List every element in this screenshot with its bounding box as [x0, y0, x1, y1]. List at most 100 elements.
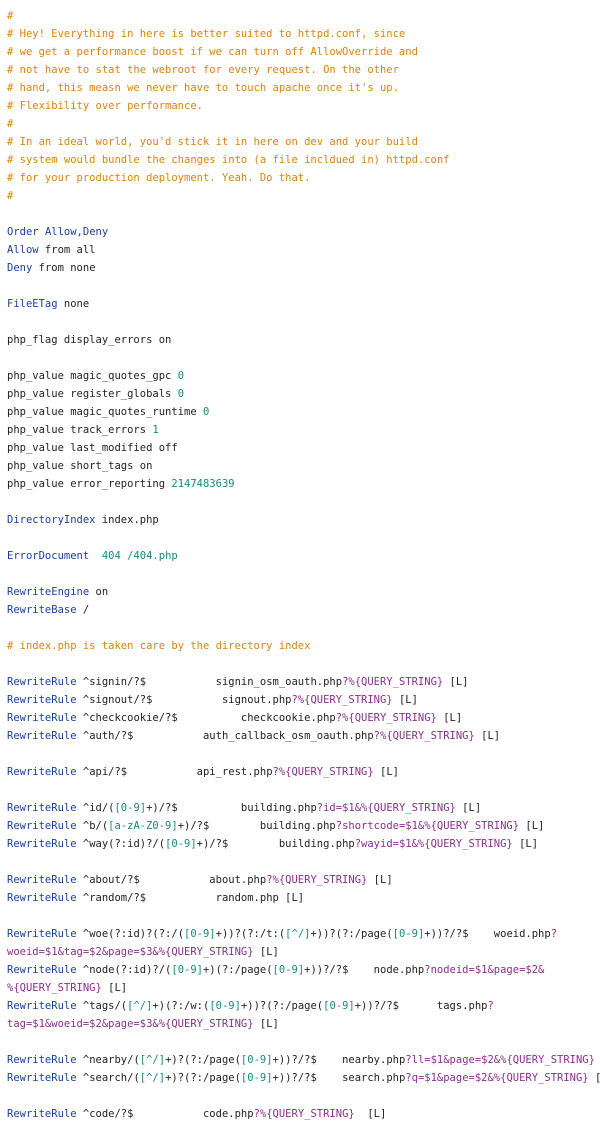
text-token: ^random/?$ random.php [L] [76, 892, 305, 904]
code-line: tag=$1&woeid=$2&page=$3&%{QUERY_STRING} … [7, 1015, 600, 1033]
code-line: RewriteRule ^b/([a-zA-Z0-9]+)/?$ buildin… [7, 817, 600, 835]
text-token: +))?/?$ woeid.php [424, 928, 551, 940]
text-token: +))?(?:/page( [310, 928, 393, 940]
text-token: ^woe(?:id)?(?:/( [76, 928, 185, 940]
code-line: php_value magic_quotes_runtime 0 [7, 403, 600, 421]
value-token: [^/] [127, 1000, 153, 1012]
text-token: ^way(?:id)?/( [76, 838, 166, 850]
text-token: ^code/?$ code.php [76, 1108, 254, 1120]
directive-token: RewriteRule [7, 928, 77, 940]
code-line: RewriteRule ^code/?$ code.php?%{QUERY_ST… [7, 1105, 600, 1123]
text-token: ^signout/?$ signout.php [76, 694, 292, 706]
text-token: on [89, 586, 109, 598]
directive-token: RewriteRule [7, 838, 77, 850]
code-line: # Hey! Everything in here is better suit… [7, 25, 600, 43]
text-token: +)?(?:/page( [165, 1054, 241, 1066]
number-token: 0 [177, 370, 185, 382]
code-line: # hand, this measn we never have to touc… [7, 79, 600, 97]
value-token: [^/] [139, 1054, 166, 1066]
text-token: php_value magic_quotes_runtime [7, 406, 203, 418]
comment-token: # hand, this measn we never have to touc… [7, 82, 399, 94]
text-token: ^api/?$ api_rest.php [76, 766, 273, 778]
query-token: ?%{QUERY_STRING} [253, 1108, 355, 1120]
directive-token: ErrorDocument [7, 550, 90, 562]
query-token: ?%{QUERY_STRING} [342, 676, 444, 688]
code-line: # for your production deployment. Yeah. … [7, 169, 600, 187]
code-line: php_value error_reporting 2147483639 [7, 475, 600, 493]
query-token: woeid=$1&tag=$2&page=$3&%{QUERY_STRING} [7, 946, 254, 958]
value-token: [^/] [139, 1072, 166, 1084]
directive-token: RewriteRule [7, 694, 77, 706]
text-token: [L] [436, 712, 463, 724]
code-line: RewriteRule ^signout/?$ signout.php?%{QU… [7, 691, 600, 709]
code-line: # In an ideal world, you'd stick it in h… [7, 133, 600, 151]
text-token: from all [38, 244, 96, 256]
directive-token: Deny [7, 262, 33, 274]
text-token: ^b/( [76, 820, 109, 832]
code-line: # [7, 187, 600, 205]
text-token: [L] [373, 766, 399, 778]
text-token: +))?(?:/page( [240, 1000, 324, 1012]
code-line: RewriteBase / [7, 601, 600, 619]
value-token: [0-9] [392, 928, 425, 940]
value-token: /404.php [127, 550, 178, 562]
query-token: ? [487, 1000, 494, 1012]
comment-token: # not have to stat the webroot for every… [7, 64, 399, 76]
text-token: +))?/?$ tags.php [354, 1000, 488, 1012]
text-token: [L] [455, 802, 482, 814]
code-line: # we get a performance boost if we can t… [7, 43, 600, 61]
value-token: [0-9] [165, 838, 197, 850]
comment-token: # index.php is taken care by the directo… [7, 640, 311, 652]
text-token: ^about/?$ about.php [76, 874, 267, 886]
text-token: [L] [443, 676, 469, 688]
query-token: ?shortcode=$1&%{QUERY_STRING} [335, 820, 520, 832]
query-token: ?wayid=$1&%{QUERY_STRING} [354, 838, 513, 850]
text-token: [L] [367, 874, 393, 886]
code-line: %{QUERY_STRING} [L] [7, 979, 600, 997]
code-line: php_value magic_quotes_gpc 0 [7, 367, 600, 385]
text-token: [L] [595, 1054, 600, 1066]
directive-token: RewriteRule [7, 730, 77, 742]
text-token: +)?(?:/page( [165, 1072, 241, 1084]
code-line: DirectoryIndex index.php [7, 511, 600, 529]
value-token: [0-9] [171, 964, 203, 976]
directive-token: RewriteRule [7, 1000, 77, 1012]
text-token: ^nearby/( [76, 1054, 140, 1066]
code-line: php_value last_modified off [7, 439, 600, 457]
query-token: ?%{QUERY_STRING} [335, 712, 437, 724]
code-line: Allow from all [7, 241, 600, 259]
text-token: php_value track_errors [7, 424, 153, 436]
directive-token: FileETag [7, 298, 58, 310]
comment-token: # we get a performance boost if we can t… [7, 46, 418, 58]
text-token: [L] [253, 1018, 279, 1030]
directive-token: RewriteRule [7, 964, 77, 976]
value-token: [0-9] [240, 1072, 273, 1084]
code-line: RewriteEngine on [7, 583, 600, 601]
query-token: ?id=$1&%{QUERY_STRING} [316, 802, 456, 814]
comment-token: # for your production deployment. Yeah. … [7, 172, 311, 184]
number-token: 0 [177, 388, 185, 400]
query-token: %{QUERY_STRING} [7, 982, 102, 994]
directive-token: Allow,Deny [44, 226, 109, 238]
text-token: +)/?$ building.php [196, 838, 355, 850]
comment-token: # [7, 118, 14, 130]
value-token: [0-9] [114, 802, 147, 814]
query-token: ?%{QUERY_STRING} [291, 694, 393, 706]
directive-token: RewriteRule [7, 766, 77, 778]
text-token: [L] [474, 730, 501, 742]
text-token: ^search/( [76, 1072, 140, 1084]
code-line: RewriteRule ^tags/([^/]+)(?:/w:([0-9]+))… [7, 997, 600, 1015]
text-token: ^signin/?$ signin_osm_oauth.php [76, 676, 343, 688]
value-token: [0-9] [272, 964, 305, 976]
text-token: +)(?:/page( [202, 964, 273, 976]
value-token: [0-9] [323, 1000, 355, 1012]
text-token: php_value last_modified off [7, 442, 178, 454]
code-line: ErrorDocument 404 /404.php [7, 547, 600, 565]
text-token: php_value short_tags on [7, 460, 153, 472]
